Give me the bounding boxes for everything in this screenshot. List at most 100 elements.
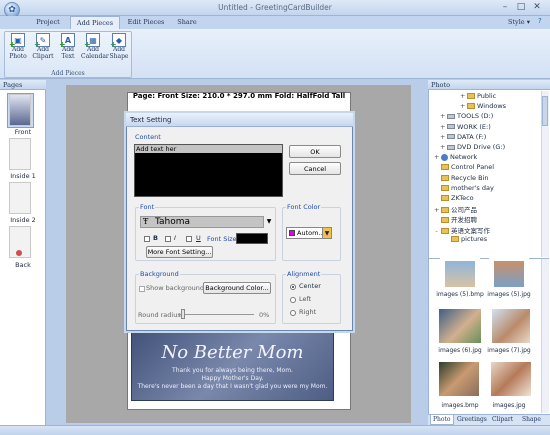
expand-toggle-icon[interactable]: + xyxy=(440,112,445,120)
expand-toggle-icon[interactable]: + xyxy=(460,92,465,100)
tree-item[interactable]: - 英语文案写作 xyxy=(434,225,490,235)
tab-edit-pieces[interactable]: Edit Pieces xyxy=(122,16,170,29)
tree-item-label: 公司产品 xyxy=(451,206,477,215)
tree-item[interactable]: + 公司产品 xyxy=(434,204,477,214)
photo-panel-title: Photo xyxy=(428,80,550,90)
card-text-line[interactable]: Happy Mother's Day. xyxy=(131,375,334,382)
tree-item[interactable]: Recycle Bin xyxy=(434,174,488,182)
tree-item[interactable]: + TOOLS (D:) xyxy=(440,112,493,120)
photo-thumb-label: images.jpg xyxy=(492,402,526,409)
font-size-input[interactable] xyxy=(236,233,268,244)
tree-item-label: pictures xyxy=(461,234,488,243)
photo-thumb-label: images.bmp xyxy=(441,402,479,409)
thumb-image xyxy=(494,261,524,287)
font-color-label: Font Color xyxy=(286,203,322,211)
add-calendar-button[interactable]: ▦ + Add Calendar xyxy=(81,33,109,67)
folder-icon xyxy=(441,184,449,191)
tree-item-label: Windows xyxy=(477,102,507,111)
expand-toggle-icon[interactable]: + xyxy=(440,123,445,131)
drive-icon xyxy=(447,124,455,130)
minimize-button[interactable]: – xyxy=(498,2,512,13)
align-center-radio[interactable] xyxy=(290,284,296,290)
page-thumb-inside-1[interactable] xyxy=(9,138,31,170)
maximize-button[interactable]: □ xyxy=(514,2,528,13)
tree-scrollbar-thumb[interactable] xyxy=(542,96,548,126)
photo-thumb[interactable] xyxy=(440,258,480,290)
close-button[interactable]: ✕ xyxy=(530,2,544,13)
tree-item[interactable]: ZKTeco xyxy=(434,194,474,202)
card-text-line[interactable]: Thank you for always being there, Mom. xyxy=(131,367,334,374)
tab-add-pieces[interactable]: Add Pieces xyxy=(70,16,120,29)
font-label: Font xyxy=(139,203,156,211)
tree-item[interactable]: 开发招聘 xyxy=(434,214,477,224)
tree-item[interactable]: + Network xyxy=(434,153,477,161)
background-color-button[interactable]: Background Color... xyxy=(203,282,271,294)
expand-toggle-icon[interactable]: + xyxy=(440,133,445,141)
tab-greetings[interactable]: Greetings xyxy=(455,415,489,424)
tree-item[interactable]: + WORK (E:) xyxy=(440,123,491,131)
tree-item[interactable]: Control Panel xyxy=(434,163,494,171)
photo-thumb[interactable] xyxy=(489,360,533,398)
tree-item[interactable]: + DVD Drive (G:) xyxy=(440,143,505,151)
photo-thumb[interactable] xyxy=(437,360,481,398)
folder-icon xyxy=(467,93,475,99)
tree-item[interactable]: mother's day xyxy=(434,184,494,192)
page-label-front: Front xyxy=(14,128,32,136)
chevron-down-icon[interactable]: ▼ xyxy=(265,216,273,228)
tree-item-label: WORK (E:) xyxy=(457,122,491,131)
ok-button[interactable]: OK xyxy=(289,145,341,158)
photo-thumb-label: images (5).bmp xyxy=(436,291,484,298)
tab-shape[interactable]: Shape xyxy=(520,415,543,424)
page-thumb-front[interactable] xyxy=(9,94,31,126)
align-right-radio[interactable] xyxy=(290,310,296,316)
drive-icon xyxy=(447,113,455,119)
folder-icon xyxy=(441,164,449,171)
tree-item-label: mother's day xyxy=(451,183,494,192)
tree-item[interactable]: + Public xyxy=(460,92,496,100)
tab-share[interactable]: Share xyxy=(172,16,202,29)
font-name-select[interactable]: Tahoma xyxy=(140,216,264,228)
folder-icon xyxy=(467,103,475,110)
tab-photo[interactable]: Photo xyxy=(430,415,454,425)
round-radius-slider[interactable] xyxy=(181,309,185,319)
window-title: Untitled - GreetingCardBuilder xyxy=(218,3,332,12)
photo-thumb[interactable] xyxy=(490,306,532,346)
thumbnail-scrollbar[interactable] xyxy=(541,259,549,413)
tree-item-label: ZKTeco xyxy=(451,194,474,202)
add-shape-button[interactable]: ◆ + Add Shape xyxy=(107,33,131,67)
help-icon[interactable]: ? xyxy=(538,17,542,25)
tree-item[interactable]: + DATA (F:) xyxy=(440,133,486,141)
card-text-line[interactable]: There's never been a day that I wasn't g… xyxy=(131,383,334,390)
more-font-setting-button[interactable]: More Font Setting... xyxy=(146,246,213,258)
tree-item-label: Recycle Bin xyxy=(451,173,489,182)
tree-item[interactable]: + Windows xyxy=(460,102,506,110)
cancel-button[interactable]: Cancel xyxy=(289,162,341,175)
content-text[interactable]: Add text her xyxy=(135,145,282,153)
font-color-dropdown-icon[interactable]: ▼ xyxy=(322,227,332,239)
photo-thumb[interactable] xyxy=(437,306,483,346)
italic-checkbox[interactable] xyxy=(165,236,171,242)
add-text-button[interactable]: A + Add Text xyxy=(56,33,80,67)
align-left-radio[interactable] xyxy=(290,297,296,303)
expand-toggle-icon[interactable]: + xyxy=(434,206,439,214)
style-menu[interactable]: Style ▾ xyxy=(508,18,530,26)
underline-label: U xyxy=(196,234,201,242)
underline-checkbox[interactable] xyxy=(186,236,192,242)
page-thumb-inside-2[interactable] xyxy=(9,182,31,214)
expand-toggle-icon[interactable]: + xyxy=(440,143,445,151)
tree-item[interactable]: pictures xyxy=(444,235,487,243)
bold-checkbox[interactable] xyxy=(144,236,150,242)
collapse-toggle-icon[interactable]: - xyxy=(434,227,439,235)
italic-label: I xyxy=(174,234,176,242)
photo-thumb[interactable] xyxy=(489,258,529,290)
thumb-image xyxy=(445,261,475,287)
show-background-checkbox[interactable] xyxy=(139,286,145,292)
add-clipart-button[interactable]: ✎ + Add Clipart xyxy=(31,33,55,67)
card-title-text[interactable]: No Better Mom xyxy=(131,342,334,363)
ribbon-group-label: Add Pieces xyxy=(51,70,85,77)
add-photo-button[interactable]: ▣ + Add Photo xyxy=(6,33,30,67)
expand-toggle-icon[interactable]: + xyxy=(434,153,439,161)
tab-project[interactable]: Project xyxy=(30,16,66,29)
expand-toggle-icon[interactable]: + xyxy=(460,102,465,110)
tab-clipart[interactable]: Clipart xyxy=(490,415,515,424)
